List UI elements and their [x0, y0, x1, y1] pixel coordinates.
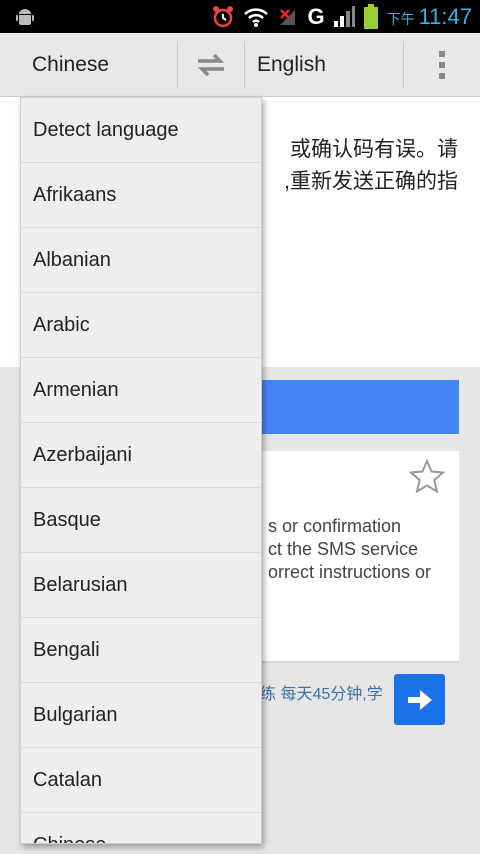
more-vert-icon [439, 50, 445, 79]
language-option[interactable]: Catalan [21, 748, 261, 813]
wifi-icon [243, 5, 269, 29]
star-icon[interactable] [409, 459, 445, 493]
language-option[interactable]: Armenian [21, 358, 261, 423]
swap-languages-button[interactable] [178, 33, 244, 96]
translated-text: s or confirmation ct the SMS service orr… [268, 516, 432, 582]
language-option[interactable]: Azerbaijani [21, 423, 261, 488]
language-option[interactable]: Bengali [21, 618, 261, 683]
divider [244, 41, 245, 88]
promo-link[interactable]: 练 每天45分钟,学 [260, 680, 383, 704]
source-language-selector[interactable]: Chinese [32, 33, 109, 96]
signal-icon [333, 5, 355, 29]
no-signal-icon [277, 5, 299, 29]
source-language-dropdown: Detect language Afrikaans Albanian Arabi… [20, 97, 262, 844]
android-icon [16, 9, 34, 25]
alarm-icon [211, 5, 235, 29]
language-option-detect[interactable]: Detect language [21, 98, 261, 163]
language-option[interactable]: Basque [21, 488, 261, 553]
language-option[interactable]: Albanian [21, 228, 261, 293]
language-option[interactable]: Chinese [21, 813, 261, 843]
arrow-right-icon [407, 689, 432, 710]
status-bar: G 下午 11:47 [0, 0, 480, 33]
clock: 下午 11:47 [386, 3, 472, 29]
battery-icon [363, 3, 379, 29]
swap-icon [197, 53, 225, 76]
language-option[interactable]: Arabic [21, 293, 261, 358]
language-option[interactable]: Afrikaans [21, 163, 261, 228]
overflow-menu-button[interactable] [404, 33, 480, 96]
go-button[interactable] [394, 674, 445, 725]
network-type: G [307, 3, 325, 29]
language-option[interactable]: Belarusian [21, 553, 261, 618]
language-option[interactable]: Bulgarian [21, 683, 261, 748]
target-language-selector[interactable]: English [257, 33, 326, 96]
language-toolbar: Chinese English [0, 33, 480, 97]
